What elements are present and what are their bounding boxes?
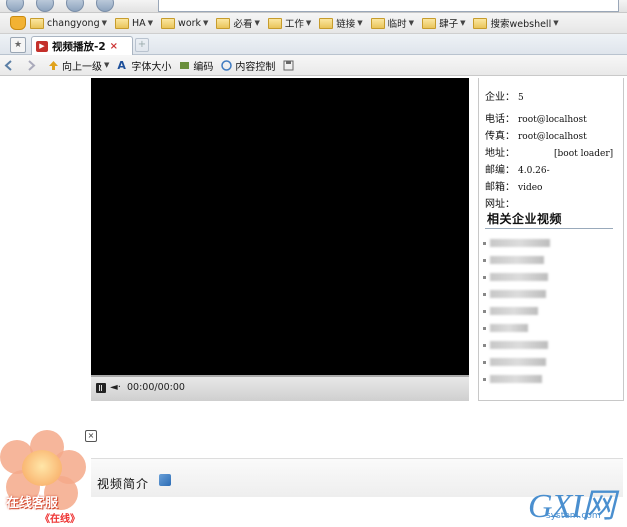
folder-icon — [422, 17, 437, 29]
folder-icon — [473, 17, 488, 29]
watermark-logo: GXI网 system.com — [528, 488, 616, 525]
bookmark-folder[interactable]: 肆子 ▼ — [422, 16, 465, 30]
encoding-button[interactable]: 编码 — [179, 58, 213, 73]
folder-icon — [161, 17, 176, 29]
info-row: 传真： root@localhost — [485, 131, 587, 142]
up-level-button[interactable]: 向上一级 ▼ — [48, 58, 109, 73]
forward-button[interactable] — [36, 0, 54, 12]
toolbar-forward-button[interactable] — [26, 59, 40, 71]
bookmark-folder[interactable]: 搜索webshell ▼ — [473, 16, 559, 30]
bookmark-folder[interactable]: changyong ▼ — [30, 17, 107, 29]
related-video-link[interactable] — [483, 357, 546, 367]
bookmark-folder[interactable]: 链接 ▼ — [319, 16, 363, 30]
bookmark-folder[interactable]: work ▼ — [161, 17, 208, 29]
font-icon: A — [117, 58, 126, 72]
arrow-left-icon — [4, 59, 12, 71]
star-icon[interactable]: ★ — [10, 37, 26, 53]
bookmark-folder[interactable]: HA ▼ — [115, 17, 153, 29]
expand-icon[interactable] — [159, 474, 171, 486]
related-video-link[interactable] — [483, 272, 548, 282]
new-tab-button[interactable]: + — [135, 38, 149, 52]
related-video-link[interactable] — [483, 340, 548, 350]
font-size-button[interactable]: A 字体大小 — [117, 58, 171, 73]
back-button[interactable] — [6, 0, 24, 12]
video-player[interactable] — [91, 78, 469, 375]
tab-video-play[interactable]: ▶ 视频播放-2 × — [31, 36, 133, 55]
close-icon[interactable]: × — [110, 41, 118, 52]
pause-icon[interactable] — [96, 383, 106, 393]
folder-icon — [267, 17, 282, 29]
online-service-widget[interactable]: 在线客服 《在线》 — [0, 430, 92, 525]
save-button[interactable] — [283, 60, 297, 71]
player-controls: ◄· 00:00/00:00 — [91, 375, 469, 401]
related-video-link[interactable] — [483, 323, 528, 333]
volume-icon[interactable]: ◄· — [110, 382, 121, 393]
info-row: 地址： [boot loader] — [485, 148, 614, 159]
related-video-link[interactable] — [483, 255, 544, 265]
info-row: 网址： — [485, 199, 515, 210]
folder-icon — [370, 17, 385, 29]
related-video-link[interactable] — [483, 238, 550, 248]
folder-icon — [30, 17, 44, 29]
up-arrow-icon — [49, 60, 58, 70]
favorites-icon[interactable] — [10, 16, 26, 30]
related-video-link[interactable] — [483, 306, 538, 316]
navigation-bar — [0, 0, 627, 13]
info-row: 企业： 5 — [485, 92, 524, 103]
player-time: 00:00/00:00 — [127, 382, 185, 393]
tab-bar: ★ ▶ 视频播放-2 × + — [0, 34, 627, 55]
info-row: 邮箱： video — [485, 182, 543, 193]
address-bar[interactable] — [158, 0, 619, 12]
bookmark-folder[interactable]: 临时 ▼ — [370, 16, 414, 30]
info-row: 电话： root@localhost — [485, 114, 587, 125]
save-icon — [283, 60, 294, 70]
section-title: 视频简介 — [97, 477, 150, 491]
folder-icon — [115, 17, 129, 29]
related-video-link[interactable] — [483, 374, 542, 384]
content-control-icon — [221, 59, 233, 71]
company-info-panel: 企业： 5 电话： root@localhost 传真： root@localhost… — [478, 78, 624, 401]
arrow-right-icon — [28, 59, 36, 71]
folder-icon — [216, 17, 231, 29]
content-control-button[interactable]: 内容控制 — [221, 58, 275, 73]
stop-button[interactable] — [96, 0, 114, 12]
refresh-button[interactable] — [66, 0, 84, 12]
chat-sublabel: 《在线》 — [40, 514, 80, 525]
chat-label: 在线客服 — [6, 496, 59, 511]
bookmark-folder[interactable]: 必看 ▼ — [216, 16, 260, 30]
toolbar-back-button[interactable] — [4, 59, 18, 71]
tab-title: 视频播放-2 — [52, 40, 106, 53]
info-row: 邮编： 4.0.26- — [485, 165, 550, 176]
divider — [485, 228, 613, 229]
chat-avatar-icon — [22, 450, 62, 486]
folder-icon — [319, 17, 334, 29]
related-videos-heading: 相关企业视频 — [487, 212, 563, 226]
related-video-link[interactable] — [483, 289, 546, 299]
bookmark-folder[interactable]: 工作 ▼ — [267, 16, 311, 30]
encoding-icon — [180, 61, 190, 69]
video-icon: ▶ — [36, 40, 48, 52]
page-toolbar: 向上一级 ▼ A 字体大小 编码 内容控制 — [0, 55, 627, 76]
bookmarks-bar: changyong ▼ HA ▼ work ▼ 必看 ▼ 工作 ▼ 链接 ▼ 临时 ▼ 肆子 ▼… — [0, 13, 627, 34]
